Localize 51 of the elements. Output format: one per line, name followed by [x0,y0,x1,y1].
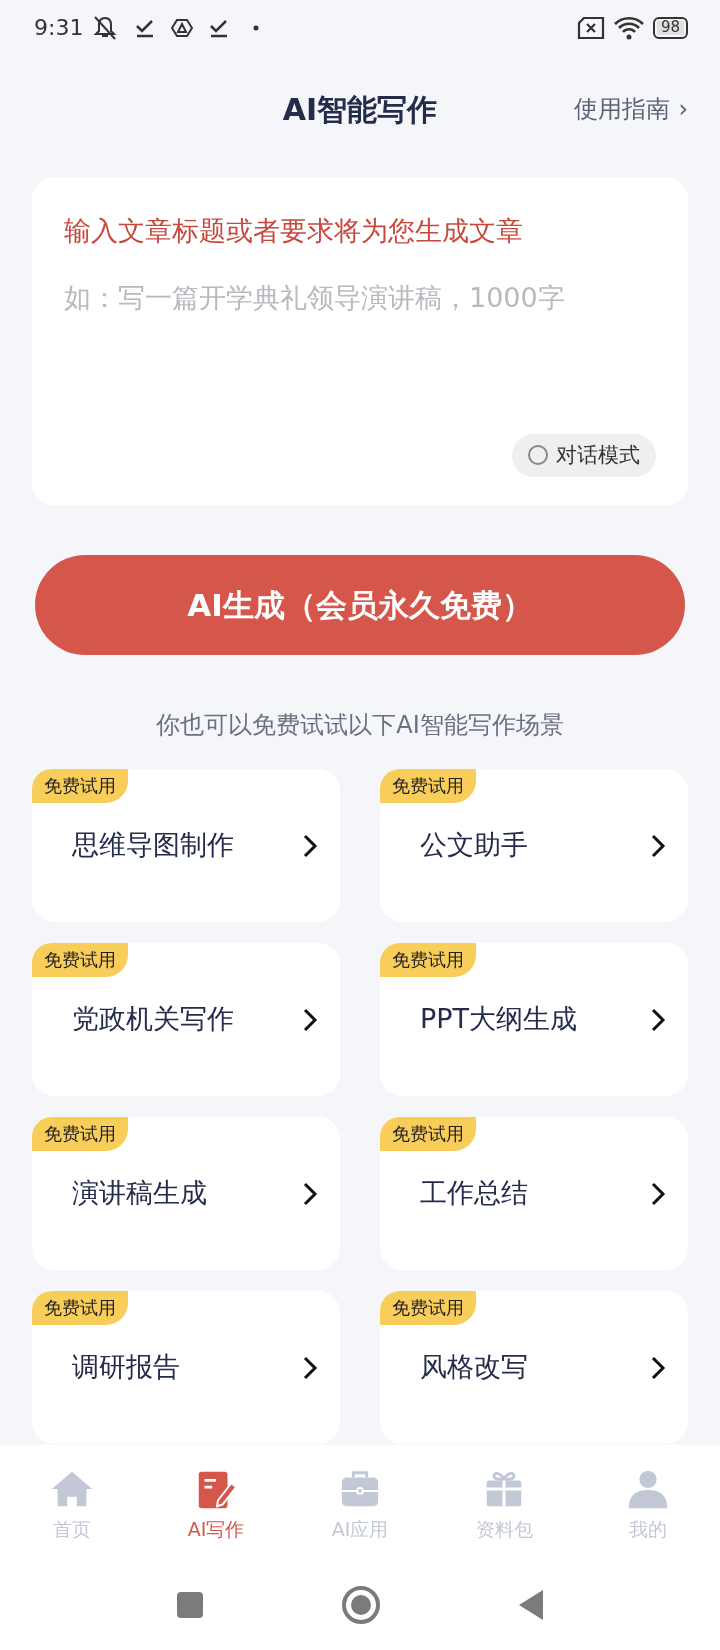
scene-card[interactable]: 免费试用 调研报告 [32,1291,340,1444]
scene-card[interactable]: 免费试用 党政机关写作 [32,943,340,1096]
battery-icon: 98 [652,16,688,39]
free-trial-tag: 免费试用 [380,1117,476,1151]
no-sim-icon [576,16,605,39]
chevron-right-icon [650,1355,666,1381]
free-trial-tag: 免费试用 [32,1117,128,1151]
scene-title: 风格改写 [420,1350,528,1384]
generate-button[interactable]: AI生成（会员永久免费） [35,555,685,655]
wifi-icon [612,15,645,40]
scene-title: 公文助手 [420,828,528,862]
scene-card[interactable]: 免费试用 演讲稿生成 [32,1117,340,1270]
free-trial-tag: 免费试用 [380,769,476,803]
chevron-right-icon [650,833,666,859]
scene-card[interactable]: 免费试用 公文助手 [380,769,688,922]
scene-card[interactable]: 免费试用 思维导图制作 [32,769,340,922]
home-button[interactable] [341,1585,381,1625]
scene-title: PPT大纲生成 [420,1002,578,1036]
prompt-heading: 输入文章标题或者要求将为您生成文章 [64,214,524,248]
guide-link[interactable]: 使用指南 › [574,91,688,127]
free-trial-tag: 免费试用 [380,1291,476,1325]
download-done-icon [209,17,230,38]
recents-button[interactable] [175,1590,205,1620]
scene-card[interactable]: 免费试用 PPT大纲生成 [380,943,688,1096]
scene-title: 调研报告 [72,1350,180,1384]
dialog-mode-toggle[interactable]: 对话模式 [512,433,656,477]
page-title: AI智能写作 [282,90,438,129]
free-trial-tag: 免费试用 [380,943,476,977]
scene-title: 演讲稿生成 [72,1176,207,1210]
chevron-right-icon [302,1355,318,1381]
back-button[interactable] [517,1588,545,1622]
scene-card[interactable]: 免费试用 工作总结 [380,1117,688,1270]
free-trial-tag: 免费试用 [32,1291,128,1325]
status-time: 9:31 [34,14,84,42]
chevron-right-icon [302,1181,318,1207]
dot-icon [253,24,260,31]
free-trial-tag: 免费试用 [32,769,128,803]
scene-title: 党政机关写作 [72,1002,234,1036]
nav-tab[interactable]: AI写作 [144,1467,288,1560]
chevron-right-icon [302,1007,318,1033]
chevron-right-icon [650,1007,666,1033]
download-done-icon [135,17,156,38]
chevron-right-icon [650,1181,666,1207]
chevron-right-icon [302,833,318,859]
scene-title: 思维导图制作 [72,828,234,862]
triangle-icon [171,17,194,38]
prompt-input[interactable]: 如：写一篇开学典礼领导演讲稿，1000字 [64,277,656,318]
scene-title: 工作总结 [420,1176,528,1210]
free-trial-tag: 免费试用 [32,943,128,977]
scenes-caption: 你也可以免费试试以下AI智能写作场景 [155,710,565,741]
scene-card[interactable]: 免费试用 风格改写 [380,1291,688,1444]
